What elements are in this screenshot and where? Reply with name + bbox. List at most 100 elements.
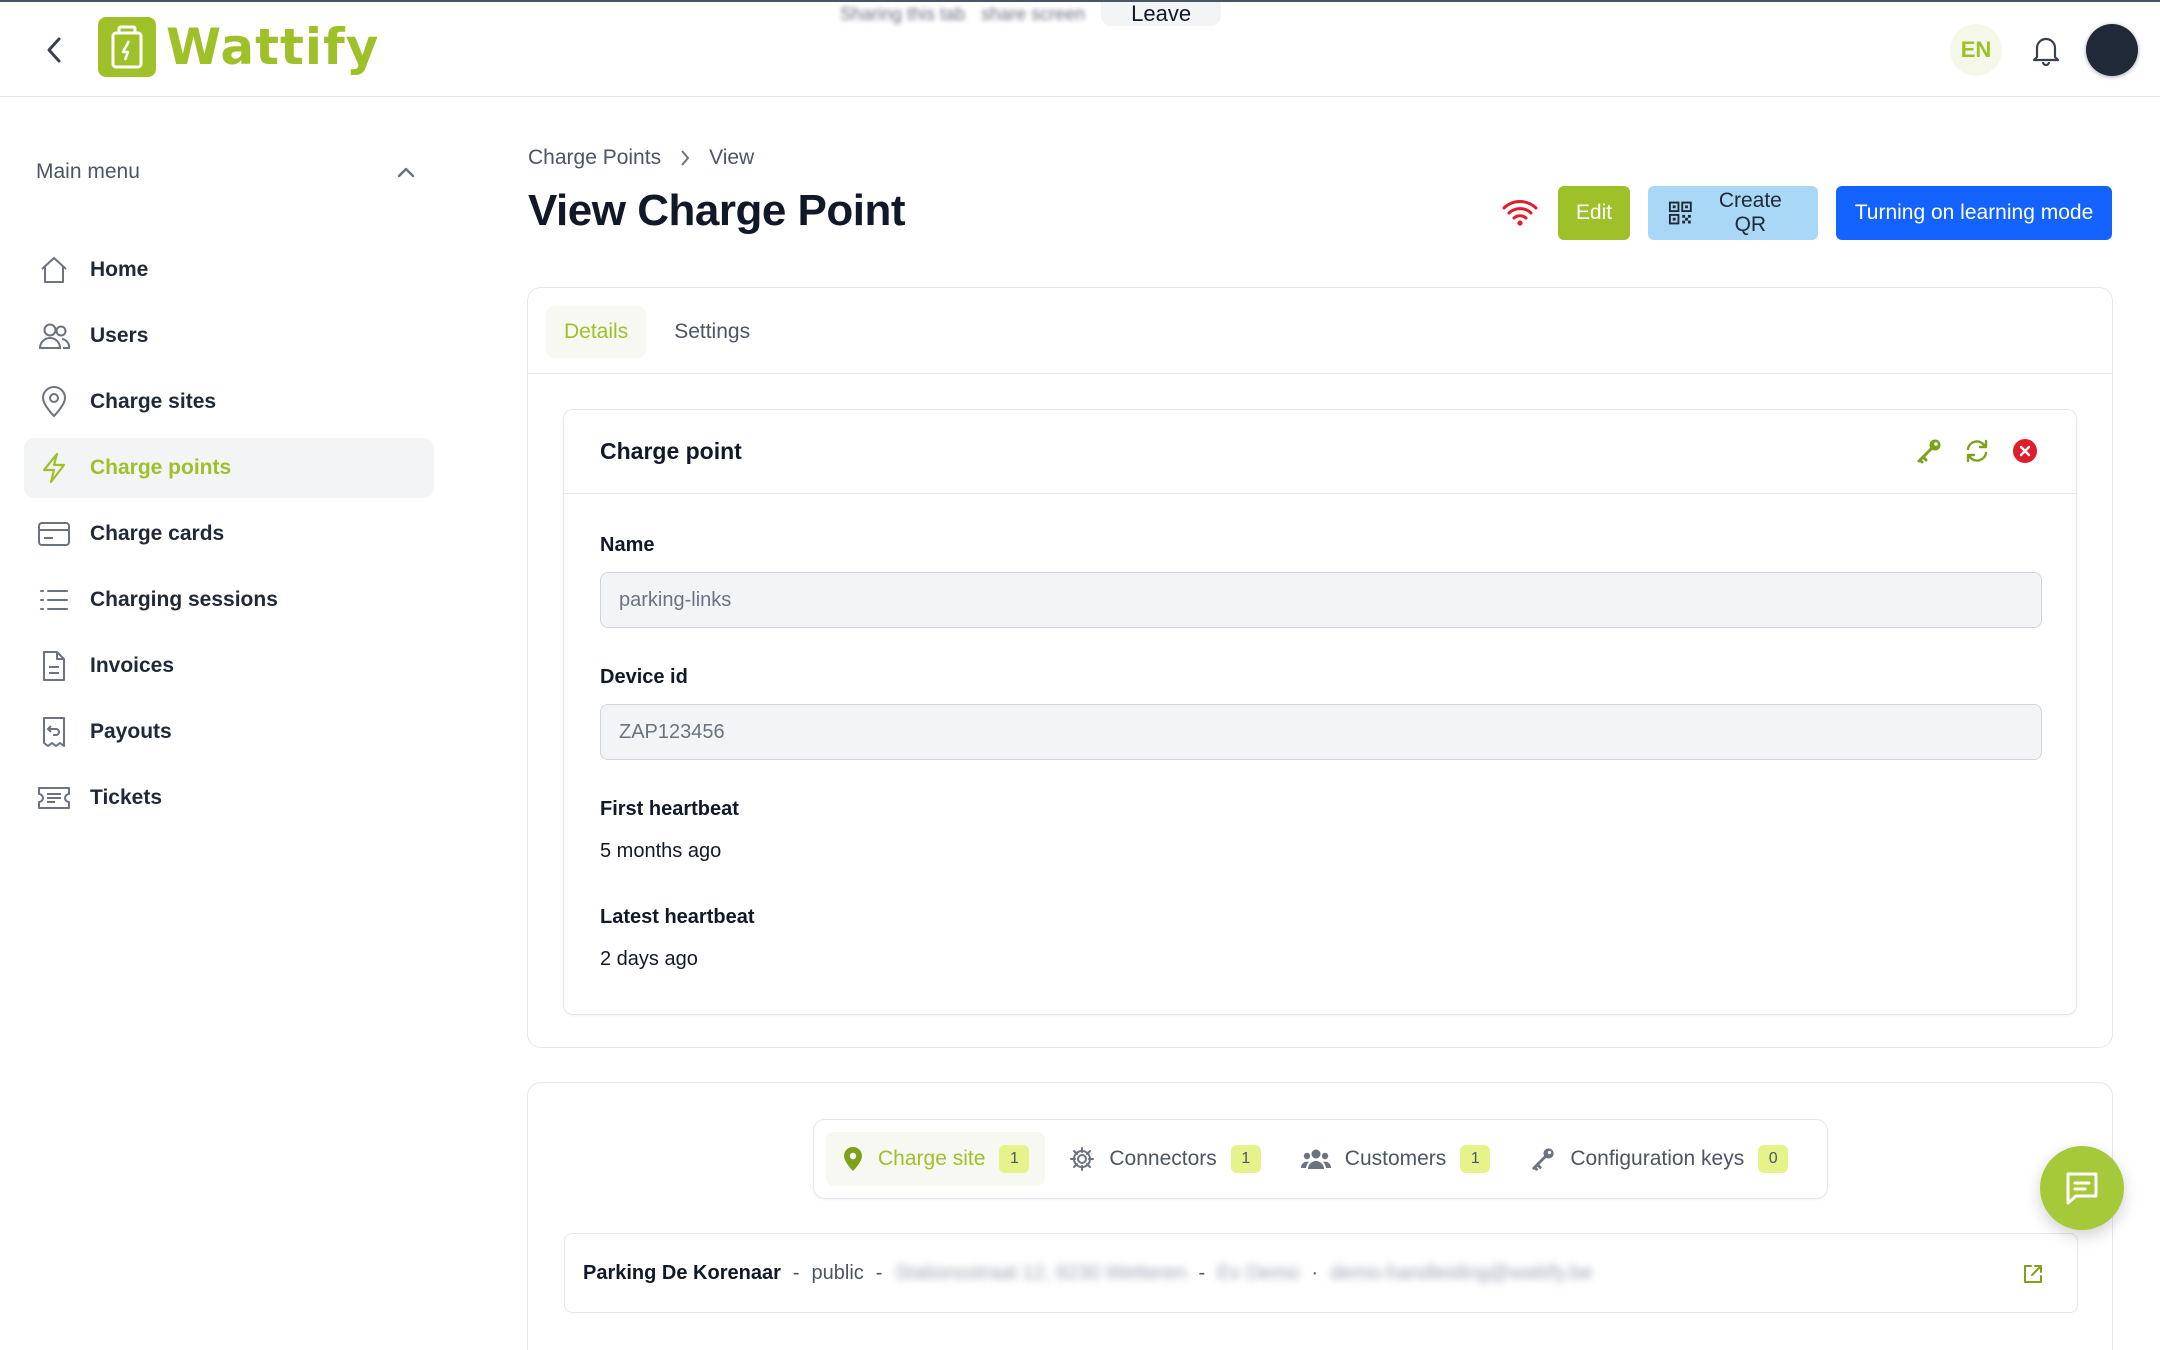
language-switch[interactable]: EN — [1950, 24, 2002, 76]
qr-code-icon — [1668, 201, 1692, 225]
related-tabs: Charge site 1 Connectors 1 Customers 1 C… — [813, 1119, 1828, 1199]
page-actions: Edit Create QR Turning on learning mode — [1500, 186, 2112, 240]
name-field[interactable] — [600, 572, 2042, 628]
battery-logo-icon — [98, 17, 156, 77]
tab-customers[interactable]: Customers 1 — [1285, 1132, 1507, 1186]
chat-button[interactable] — [2040, 1146, 2124, 1230]
tab-label: Configuration keys — [1570, 1147, 1745, 1170]
close-circle-icon[interactable] — [2010, 436, 2040, 466]
tab-details[interactable]: Details — [546, 306, 647, 358]
sidebar-item-charging-sessions[interactable]: Charging sessions — [24, 570, 434, 630]
first-heartbeat-label: First heartbeat — [600, 798, 739, 820]
map-pin-icon — [36, 384, 72, 420]
charge-site-email: demo-handleiding@wattify.be — [1330, 1261, 1593, 1284]
charge-point-actions — [1914, 436, 2040, 466]
home-icon — [36, 252, 72, 288]
tab-configuration-keys[interactable]: Configuration keys 0 — [1514, 1132, 1804, 1186]
sidebar-item-charge-points[interactable]: Charge points — [24, 438, 434, 498]
latest-heartbeat-label: Latest heartbeat — [600, 906, 755, 928]
breadcrumb-parent[interactable]: Charge Points — [528, 146, 661, 170]
tab-label: Connectors — [1109, 1147, 1217, 1170]
name-label: Name — [600, 534, 655, 556]
map-pin-icon — [844, 1147, 862, 1171]
key-icon[interactable] — [1914, 436, 1944, 466]
sidebar-item-label: Invoices — [90, 654, 175, 677]
document-icon — [36, 648, 72, 684]
key-icon — [1532, 1148, 1554, 1171]
tab-label: Customers — [1344, 1147, 1447, 1170]
screen-share-text: Sharing this tab — [840, 3, 966, 24]
main-menu-header[interactable]: Main menu — [36, 157, 416, 187]
sidebar-item-label: Charging sessions — [90, 588, 278, 611]
sidebar-item-users[interactable]: Users — [24, 306, 434, 366]
learning-mode-button[interactable]: Turning on learning mode — [1836, 186, 2112, 240]
ticket-icon — [36, 780, 72, 816]
tab-charge-site[interactable]: Charge site 1 — [826, 1132, 1046, 1186]
receipt-icon — [36, 714, 72, 750]
notifications-button[interactable] — [2028, 32, 2064, 68]
sidebar-item-charge-sites[interactable]: Charge sites — [24, 372, 434, 432]
tab-connectors[interactable]: Connectors 1 — [1053, 1132, 1276, 1186]
sidebar-item-label: Home — [90, 258, 149, 281]
sidebar-item-label: Charge cards — [90, 522, 225, 545]
tabs-divider — [528, 373, 2112, 374]
count-badge: 1 — [1460, 1145, 1491, 1173]
refresh-icon[interactable] — [1962, 436, 1992, 466]
charge-point-title: Charge point — [600, 438, 742, 464]
sidebar-item-tickets[interactable]: Tickets — [24, 768, 434, 828]
charge-point-details: Charge point Name Device id First heartb… — [563, 409, 2077, 1015]
user-avatar[interactable] — [2086, 24, 2138, 76]
separator: - — [1198, 1261, 1206, 1284]
separator: · — [1311, 1261, 1319, 1284]
back-button[interactable] — [36, 32, 72, 68]
sidebar-item-payouts[interactable]: Payouts — [24, 702, 434, 762]
charge-site-row[interactable]: Parking De Korenaar - public - Stationss… — [564, 1233, 2078, 1313]
tab-label: Charge site — [878, 1147, 986, 1170]
sidebar-item-home[interactable]: Home — [24, 240, 434, 300]
app-name: Wattify — [166, 18, 380, 76]
sidebar-item-label: Users — [90, 324, 149, 347]
charge-point-header: Charge point — [564, 410, 2076, 494]
lightning-icon — [36, 450, 72, 486]
tab-settings[interactable]: Settings — [656, 306, 768, 358]
main-menu-title: Main menu — [36, 160, 140, 183]
separator: - — [875, 1261, 883, 1284]
wifi-status-icon — [1500, 193, 1540, 233]
sidebar-item-charge-cards[interactable]: Charge cards — [24, 504, 434, 564]
chevron-up-icon — [397, 167, 415, 178]
device-id-field[interactable] — [600, 704, 2042, 760]
create-qr-button[interactable]: Create QR — [1648, 186, 1818, 240]
latest-heartbeat-value: 2 days ago — [600, 948, 698, 970]
count-badge: 1 — [999, 1145, 1030, 1173]
sidebar-item-label: Tickets — [90, 786, 162, 809]
app-logo[interactable]: Wattify — [98, 16, 379, 78]
gear-icon — [1070, 1147, 1095, 1171]
sidebar-item-label: Payouts — [90, 720, 172, 743]
breadcrumb-current: View — [709, 146, 755, 169]
screen-share-blurred: share screen — [981, 3, 1086, 24]
screen-share-bar: Sharing this tab share screen Leave — [840, 2, 1222, 26]
sidebar-item-label: Charge sites — [90, 390, 217, 413]
edit-button[interactable]: Edit — [1558, 186, 1630, 240]
list-icon — [36, 582, 72, 618]
breadcrumb: Charge Points View — [528, 146, 754, 170]
chat-bubble-icon — [2066, 1172, 2098, 1205]
first-heartbeat-value: 5 months ago — [600, 840, 722, 862]
count-badge: 1 — [1230, 1145, 1261, 1173]
sidebar-item-label: Charge points — [90, 456, 232, 479]
external-link-icon[interactable] — [2019, 1260, 2047, 1288]
detail-tabs: Details Settings — [546, 306, 768, 358]
create-qr-label: Create QR — [1718, 189, 1782, 236]
chevron-left-icon — [47, 37, 61, 63]
top-bar: Wattify Sharing this tab share screen Le… — [0, 0, 2160, 97]
leave-share-button[interactable]: Leave — [1101, 2, 1222, 26]
related-data-card: Charge site 1 Connectors 1 Customers 1 C… — [527, 1082, 2113, 1350]
chevron-right-icon — [681, 150, 690, 166]
bell-icon — [2032, 37, 2060, 66]
charge-site-owner: Ev Demo — [1217, 1261, 1300, 1284]
page-title: View Charge Point — [528, 186, 906, 235]
charge-point-card: Details Settings Charge point Name Devic… — [527, 287, 2113, 1048]
card-icon — [36, 516, 72, 552]
charge-site-visibility: public — [811, 1261, 864, 1284]
sidebar-item-invoices[interactable]: Invoices — [24, 636, 434, 696]
